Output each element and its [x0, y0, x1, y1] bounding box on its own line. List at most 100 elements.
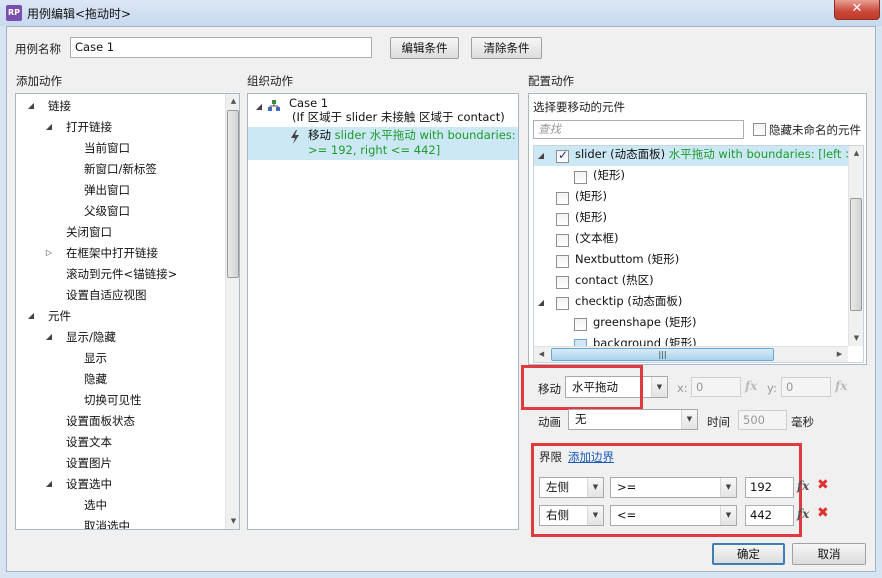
tree-expander-icon[interactable]: ◢ [44, 332, 54, 341]
tree-expander-icon[interactable]: ◢ [44, 479, 54, 488]
tree-expander-icon[interactable]: ◢ [536, 151, 546, 160]
cancel-button[interactable]: 取消 [792, 543, 866, 565]
clear-condition-button[interactable]: 清除条件 [471, 37, 542, 59]
x-input[interactable]: 0 [691, 377, 741, 397]
add-action-item[interactable]: 显示 [84, 348, 107, 369]
bound-2-side-select[interactable]: 右侧 ▼ [539, 505, 604, 526]
x-label: x: [677, 381, 688, 395]
widget-checkbox[interactable] [574, 318, 587, 331]
widget-checkbox[interactable] [556, 297, 569, 310]
chevron-down-icon: ▼ [587, 506, 603, 525]
dialog-body: 用例名称 Case 1 编辑条件 清除条件 添加动作 组织动作 配置动作 ◢ 链接… [6, 26, 876, 572]
widget-list-item[interactable]: slider (动态面板) 水平拖动 with boundaries: [lef… [575, 146, 863, 165]
action-line-1: 移动 slider 水平拖动 with boundaries: [left [308, 128, 518, 142]
widget-list-item[interactable]: (文本框) [575, 228, 618, 249]
time-input[interactable]: 500 [738, 410, 787, 430]
tree-expander-icon[interactable]: ◢ [536, 298, 546, 307]
scroll-down-arrow-icon[interactable]: ▼ [226, 514, 239, 529]
widget-name: (矩形) [575, 189, 607, 203]
bound-1-operator-select[interactable]: >= ▼ [610, 477, 737, 498]
animation-select[interactable]: 无 ▼ [568, 409, 698, 430]
widget-list-item[interactable]: (矩形) [575, 207, 607, 228]
ok-button[interactable]: 确定 [712, 543, 785, 565]
tree-expander-icon[interactable]: ◢ [26, 311, 36, 320]
bound-1-value-input[interactable]: 192 [745, 477, 794, 498]
add-action-item[interactable]: 当前窗口 [84, 138, 130, 159]
bound-1-side-value: 左侧 [546, 480, 569, 494]
widget-checkbox[interactable] [556, 276, 569, 289]
bound-1-fx-icon[interactable]: fx [797, 479, 809, 493]
scroll-right-arrow-icon[interactable]: ▶ [832, 347, 847, 362]
edit-condition-button[interactable]: 编辑条件 [390, 37, 459, 59]
add-bound-link[interactable]: 添加边界 [568, 449, 614, 465]
chevron-down-icon: ▼ [681, 410, 697, 429]
add-action-item[interactable]: 新窗口/新标签 [84, 159, 157, 180]
bound-2-value-input[interactable]: 442 [745, 505, 794, 526]
x-fx-icon[interactable]: fx [745, 379, 757, 393]
widget-list-item[interactable]: Nextbuttom (矩形) [575, 249, 679, 270]
scroll-up-arrow-icon[interactable]: ▲ [849, 146, 863, 161]
add-action-item[interactable]: 设置自适应视图 [66, 285, 147, 306]
scroll-left-arrow-icon[interactable]: ◀ [534, 347, 549, 362]
tree-expander-icon[interactable]: ▷ [44, 248, 54, 257]
widget-checkbox[interactable] [556, 255, 569, 268]
widget-list-vscrollbar[interactable]: ▲ ▼ [848, 146, 863, 346]
widget-list-item[interactable]: (矩形) [575, 186, 607, 207]
add-action-item[interactable]: 关闭窗口 [66, 222, 112, 243]
add-action-item[interactable]: 滚动到元件<锚链接> [66, 264, 177, 285]
case-name-input[interactable]: Case 1 [70, 37, 372, 58]
widget-list-hscrollbar[interactable]: ◀ ||| ▶ [534, 346, 848, 362]
widget-checkbox[interactable] [556, 148, 569, 163]
widget-search-input[interactable]: 查找 [533, 120, 744, 139]
chevron-down-icon: ▼ [587, 478, 603, 497]
scroll-up-arrow-icon[interactable]: ▲ [226, 94, 239, 109]
widget-list-item[interactable]: contact (热区) [575, 270, 654, 291]
hide-unnamed-checkbox[interactable] [753, 123, 766, 136]
add-action-item[interactable]: 设置文本 [66, 432, 112, 453]
add-action-item[interactable]: 在框架中打开链接 [66, 243, 158, 264]
add-action-item[interactable]: 弹出窗口 [84, 180, 130, 201]
bound-2-operator-value: <= [617, 508, 637, 522]
widget-name: checktip (动态面板) [575, 294, 683, 308]
title-bar: RP 用例编辑<拖动时> ✕ [0, 0, 882, 26]
tree-expander-icon[interactable]: ◢ [26, 101, 36, 110]
tree-expander-icon[interactable]: ◢ [44, 122, 54, 131]
add-action-item[interactable]: 设置图片 [66, 453, 112, 474]
widget-list-item[interactable]: greenshape (矩形) [593, 312, 697, 333]
add-action-item[interactable]: 选中 [84, 495, 107, 516]
bound-2-fx-icon[interactable]: fx [797, 507, 809, 521]
y-fx-icon[interactable]: fx [835, 379, 847, 393]
add-action-item[interactable]: 取消选中 [84, 516, 130, 529]
widget-list-item[interactable]: (矩形) [593, 165, 625, 186]
widget-checkbox[interactable] [556, 234, 569, 247]
add-action-item[interactable]: 设置面板状态 [66, 411, 135, 432]
add-action-item[interactable]: 打开链接 [66, 117, 112, 138]
widget-checkbox[interactable] [556, 192, 569, 205]
hscroll-thumb[interactable]: ||| [551, 348, 774, 361]
add-action-item[interactable]: 链接 [48, 96, 71, 117]
add-action-item[interactable]: 父级窗口 [84, 201, 130, 222]
y-input[interactable]: 0 [781, 377, 831, 397]
scroll-thumb[interactable] [227, 110, 239, 278]
bound-2-operator-select[interactable]: <= ▼ [610, 505, 737, 526]
scroll-thumb[interactable] [850, 198, 862, 311]
add-action-item[interactable]: 显示/隐藏 [66, 327, 116, 348]
add-action-item[interactable]: 元件 [48, 306, 71, 327]
scroll-down-arrow-icon[interactable]: ▼ [849, 331, 863, 346]
add-action-item[interactable]: 隐藏 [84, 369, 107, 390]
bound-1-side-select[interactable]: 左侧 ▼ [539, 477, 604, 498]
case-name-label: 用例名称 [15, 42, 61, 56]
add-action-item[interactable]: 切换可见性 [84, 390, 142, 411]
organize-actions-header: 组织动作 [247, 74, 293, 88]
bound-1-delete-icon[interactable]: ✖ [817, 477, 829, 493]
widget-checkbox[interactable] [556, 213, 569, 226]
select-widgets-label: 选择要移动的元件 [533, 100, 625, 114]
close-window-button[interactable]: ✕ [834, 0, 880, 20]
add-actions-scrollbar[interactable]: ▲ ▼ [225, 94, 239, 529]
case-expander-icon[interactable]: ◢ [254, 102, 264, 111]
widget-checkbox[interactable] [574, 171, 587, 184]
bound-2-delete-icon[interactable]: ✖ [817, 505, 829, 521]
add-action-item[interactable]: 设置选中 [66, 474, 112, 495]
selected-action-row[interactable]: 移动 slider 水平拖动 with boundaries: [left >=… [248, 127, 518, 160]
widget-list-item[interactable]: checktip (动态面板) [575, 291, 682, 312]
